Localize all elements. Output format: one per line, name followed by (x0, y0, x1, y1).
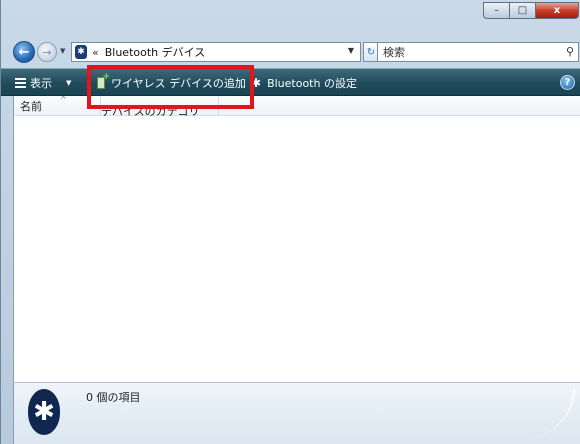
title-bar: – □ x (1, 0, 580, 36)
chevron-down-icon: ▼ (66, 79, 72, 87)
breadcrumb[interactable]: Bluetooth デバイス (105, 44, 206, 60)
navigation-bar: ← → ▼ ✱ « Bluetooth デバイス ▼ ↻ 検索 ⚲ (1, 36, 580, 66)
decorative-swoosh (475, 388, 575, 438)
search-placeholder: 検索 (383, 46, 405, 59)
forward-button[interactable]: → (37, 42, 57, 62)
views-label: 表示 (30, 77, 52, 90)
item-count: 0 個の項目 (86, 391, 141, 404)
highlight-annotation (87, 65, 254, 109)
bluetooth-settings-button[interactable]: ✱ Bluetooth の設定 (251, 75, 357, 91)
chevron-down-icon[interactable]: ▼ (348, 46, 354, 55)
details-pane: ✱ 0 個の項目 (13, 382, 580, 444)
sort-ascending-icon: ^ (60, 95, 67, 104)
back-button[interactable]: ← (13, 41, 35, 63)
file-list[interactable]: 名前 ^ デバイスのカテゴリ (13, 95, 580, 382)
minimize-button[interactable]: – (483, 2, 509, 19)
bluetooth-settings-label: Bluetooth の設定 (267, 77, 357, 90)
views-icon (15, 77, 26, 89)
column-name-label: 名前 (20, 100, 42, 113)
bluetooth-icon: ✱ (75, 45, 87, 59)
views-button[interactable]: 表示 ▼ (15, 75, 71, 91)
address-bar[interactable]: ✱ « Bluetooth デバイス ▼ (71, 42, 361, 62)
search-input[interactable]: 検索 ⚲ (377, 42, 579, 62)
window-controls: – □ x (483, 2, 579, 19)
column-header-name[interactable]: 名前 ^ (20, 95, 95, 116)
help-icon[interactable]: ? (560, 75, 575, 90)
bluetooth-icon: ✱ (28, 389, 60, 435)
maximize-button[interactable]: □ (509, 2, 535, 19)
explorer-window: – □ x ← → ▼ ✱ « Bluetooth デバイス ▼ ↻ 検索 ⚲ … (0, 0, 580, 444)
close-button[interactable]: x (535, 2, 579, 19)
history-dropdown-icon[interactable]: ▼ (60, 47, 65, 55)
breadcrumb-overflow[interactable]: « (92, 46, 99, 59)
search-icon[interactable]: ⚲ (566, 45, 574, 58)
